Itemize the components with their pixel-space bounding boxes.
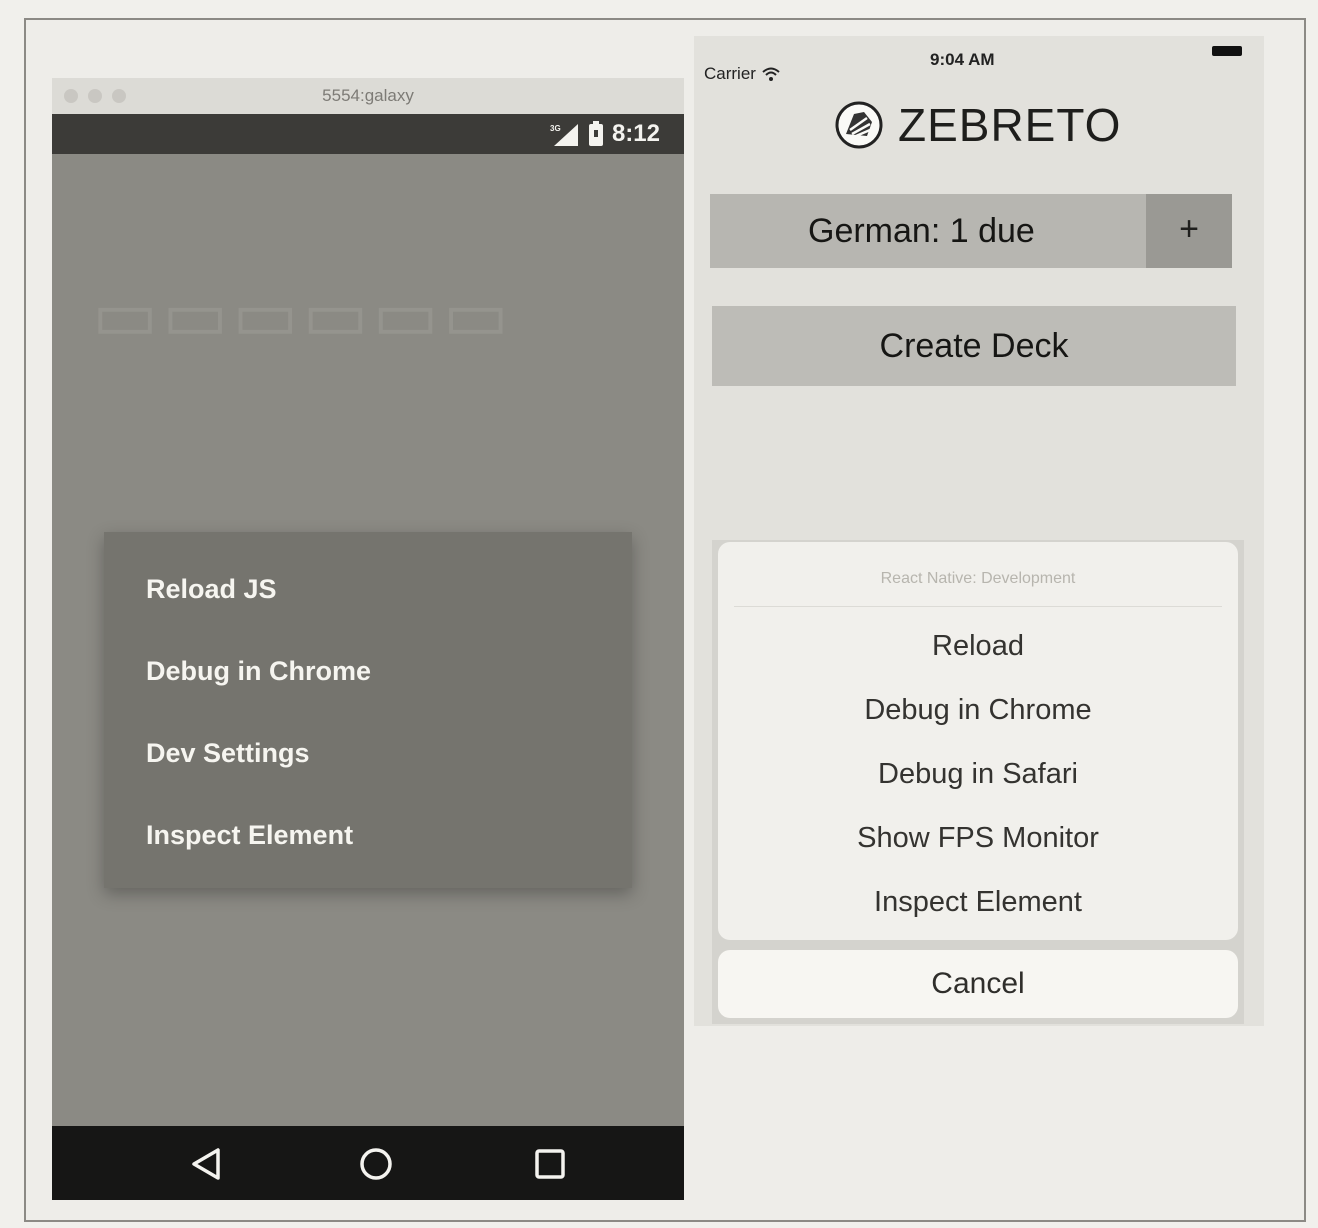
dev-action-sheet: React Native: Development Reload Debug i… — [712, 540, 1244, 1024]
zoom-window-button[interactable] — [112, 89, 126, 103]
svg-text:3G: 3G — [550, 124, 561, 133]
app-title: ZEBRETO — [898, 99, 1122, 151]
menu-item-reload-js[interactable]: Reload JS — [146, 574, 277, 605]
app-header: ZEBRETO — [834, 98, 1121, 152]
zebra-logo-icon — [835, 101, 883, 149]
android-nav-bar — [52, 1126, 684, 1200]
background-blur: ▭▭▭▭▭▭ — [92, 276, 513, 354]
android-status-bar: 3G 8:12 — [52, 114, 684, 154]
sheet-item-debug-in-chrome[interactable]: Debug in Chrome — [718, 694, 1238, 727]
android-emulator-window: 5554:galaxy 3G 8:12 ▭▭▭▭▭▭ Reload JS Deb… — [52, 78, 684, 1200]
signal-icon: 3G — [550, 124, 578, 146]
deck-label[interactable]: German: 1 due — [808, 212, 1035, 251]
dev-menu-dialog: Reload JS Debug in Chrome Dev Settings I… — [104, 532, 632, 888]
android-clock: 8:12 — [611, 120, 660, 147]
window-controls — [64, 89, 126, 103]
android-app-background: ▭▭▭▭▭▭ Reload JS Debug in Chrome Dev Set… — [52, 154, 684, 1126]
action-sheet-title: React Native: Development — [880, 570, 1076, 587]
close-window-button[interactable] — [64, 89, 78, 103]
ios-status-bar: Carrier 9:04 AM — [694, 36, 1264, 84]
home-circle-icon[interactable] — [358, 1146, 394, 1182]
emulator-titlebar: 5554:galaxy — [52, 78, 684, 114]
back-triangle-icon[interactable] — [188, 1146, 224, 1182]
minimize-window-button[interactable] — [88, 89, 102, 103]
add-card-button[interactable]: + — [1146, 194, 1232, 268]
create-deck-button[interactable]: Create Deck — [712, 306, 1236, 386]
battery-icon — [588, 121, 603, 146]
recents-square-icon[interactable] — [532, 1146, 568, 1182]
carrier-indicator: Carrier — [704, 64, 780, 84]
divider — [734, 606, 1222, 607]
sheet-item-show-fps-monitor[interactable]: Show FPS Monitor — [718, 822, 1238, 855]
cancel-button[interactable]: Cancel — [718, 950, 1238, 1018]
sheet-item-inspect-element[interactable]: Inspect Element — [718, 886, 1238, 919]
menu-item-dev-settings[interactable]: Dev Settings — [146, 738, 310, 769]
action-sheet-panel: React Native: Development Reload Debug i… — [718, 542, 1238, 940]
ios-simulator-window: Carrier 9:04 AM ZEBRETO German: 1 due + … — [694, 36, 1264, 1026]
menu-item-debug-in-chrome[interactable]: Debug in Chrome — [146, 656, 371, 687]
deck-row-german[interactable]: German: 1 due + — [710, 194, 1232, 268]
carrier-label: Carrier — [704, 64, 756, 83]
menu-item-inspect-element[interactable]: Inspect Element — [146, 820, 353, 851]
wifi-icon — [762, 67, 780, 81]
sheet-item-debug-in-safari[interactable]: Debug in Safari — [718, 758, 1238, 791]
emulator-window-title: 5554:galaxy — [322, 86, 414, 105]
ios-clock: 9:04 AM — [930, 50, 995, 69]
sheet-item-reload[interactable]: Reload — [718, 630, 1238, 663]
battery-icon — [1212, 46, 1242, 56]
